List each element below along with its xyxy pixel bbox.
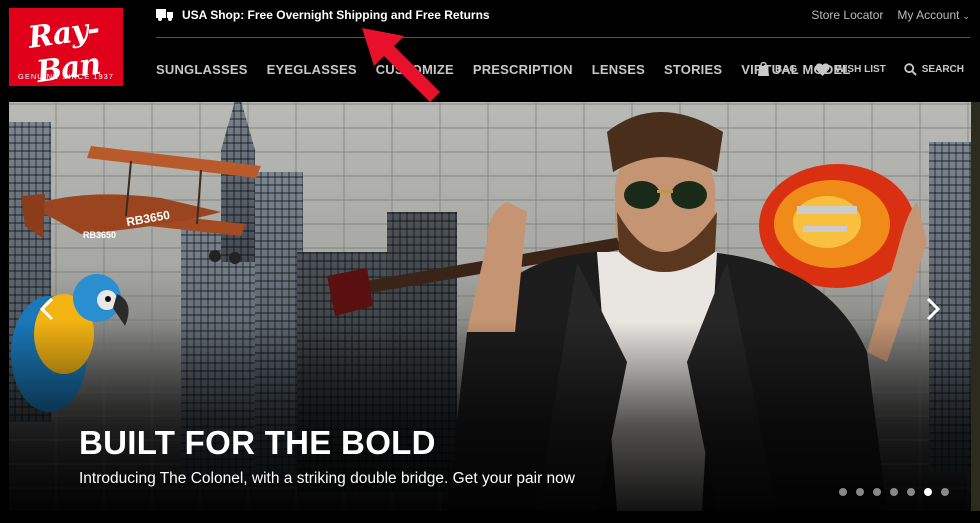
carousel-dots (839, 488, 949, 496)
search-button[interactable]: SEARCH (904, 62, 964, 76)
carousel-dot[interactable] (890, 488, 898, 496)
next-slide-peek (971, 102, 980, 511)
nav-item-lenses[interactable]: LENSES (592, 62, 645, 77)
carousel-dot[interactable] (839, 488, 847, 496)
my-account-menu[interactable]: My Account ⌄ (897, 8, 970, 22)
search-icon (904, 62, 917, 76)
logo-tagline: GENUINE SINCE 1937 (18, 72, 114, 81)
truck-icon (156, 9, 174, 21)
heart-icon (815, 62, 830, 76)
chevron-down-icon: ⌄ (962, 11, 970, 21)
carousel-next-button[interactable] (917, 294, 947, 324)
hero-subtitle: Introducing The Colonel, with a striking… (79, 470, 575, 487)
hero-caption[interactable]: BUILT FOR THE BOLD Introducing The Colon… (79, 424, 575, 488)
top-bar: USA Shop: Free Overnight Shipping and Fr… (156, 0, 970, 38)
nav-item-stories[interactable]: STORIES (664, 62, 722, 77)
carousel-dot[interactable] (873, 488, 881, 496)
carousel-dot[interactable] (907, 488, 915, 496)
rayban-logo[interactable]: Ray-Ban GENUINE SINCE 1937 (9, 8, 123, 90)
carousel-dot-active[interactable] (924, 488, 932, 496)
hero-title: BUILT FOR THE BOLD (79, 424, 436, 461)
plane-text-2: RB3650 (83, 230, 116, 240)
annotation-arrow (362, 28, 440, 102)
bag-button[interactable]: BAG (757, 62, 797, 76)
nav-item-prescription[interactable]: PRESCRIPTION (473, 62, 573, 77)
utility-nav: BAG WISH LIST SEARCH (757, 62, 964, 76)
chevron-right-icon (926, 297, 941, 321)
nav-item-sunglasses[interactable]: SUNGLASSES (156, 62, 248, 77)
my-account-label: My Account (897, 8, 960, 22)
hero-banner[interactable]: RB3650 RB3650 BUILT FOR THE BOLD Introdu… (9, 102, 971, 511)
chevron-left-icon (39, 297, 54, 321)
carousel-prev-button[interactable] (33, 294, 63, 324)
nav-item-eyeglasses[interactable]: EYEGLASSES (267, 62, 357, 77)
wishlist-label: WISH LIST (835, 63, 886, 75)
promo-text: USA Shop: Free Overnight Shipping and Fr… (182, 8, 490, 22)
wishlist-button[interactable]: WISH LIST (815, 62, 886, 76)
biplane-illustration: RB3650 RB3650 (21, 146, 261, 264)
carousel-dot[interactable] (856, 488, 864, 496)
bag-label: BAG (774, 63, 798, 75)
shipping-promo[interactable]: USA Shop: Free Overnight Shipping and Fr… (156, 8, 490, 22)
bag-icon (757, 62, 769, 76)
store-locator-link[interactable]: Store Locator (811, 8, 883, 22)
search-label: SEARCH (921, 63, 964, 75)
carousel-dot[interactable] (941, 488, 949, 496)
